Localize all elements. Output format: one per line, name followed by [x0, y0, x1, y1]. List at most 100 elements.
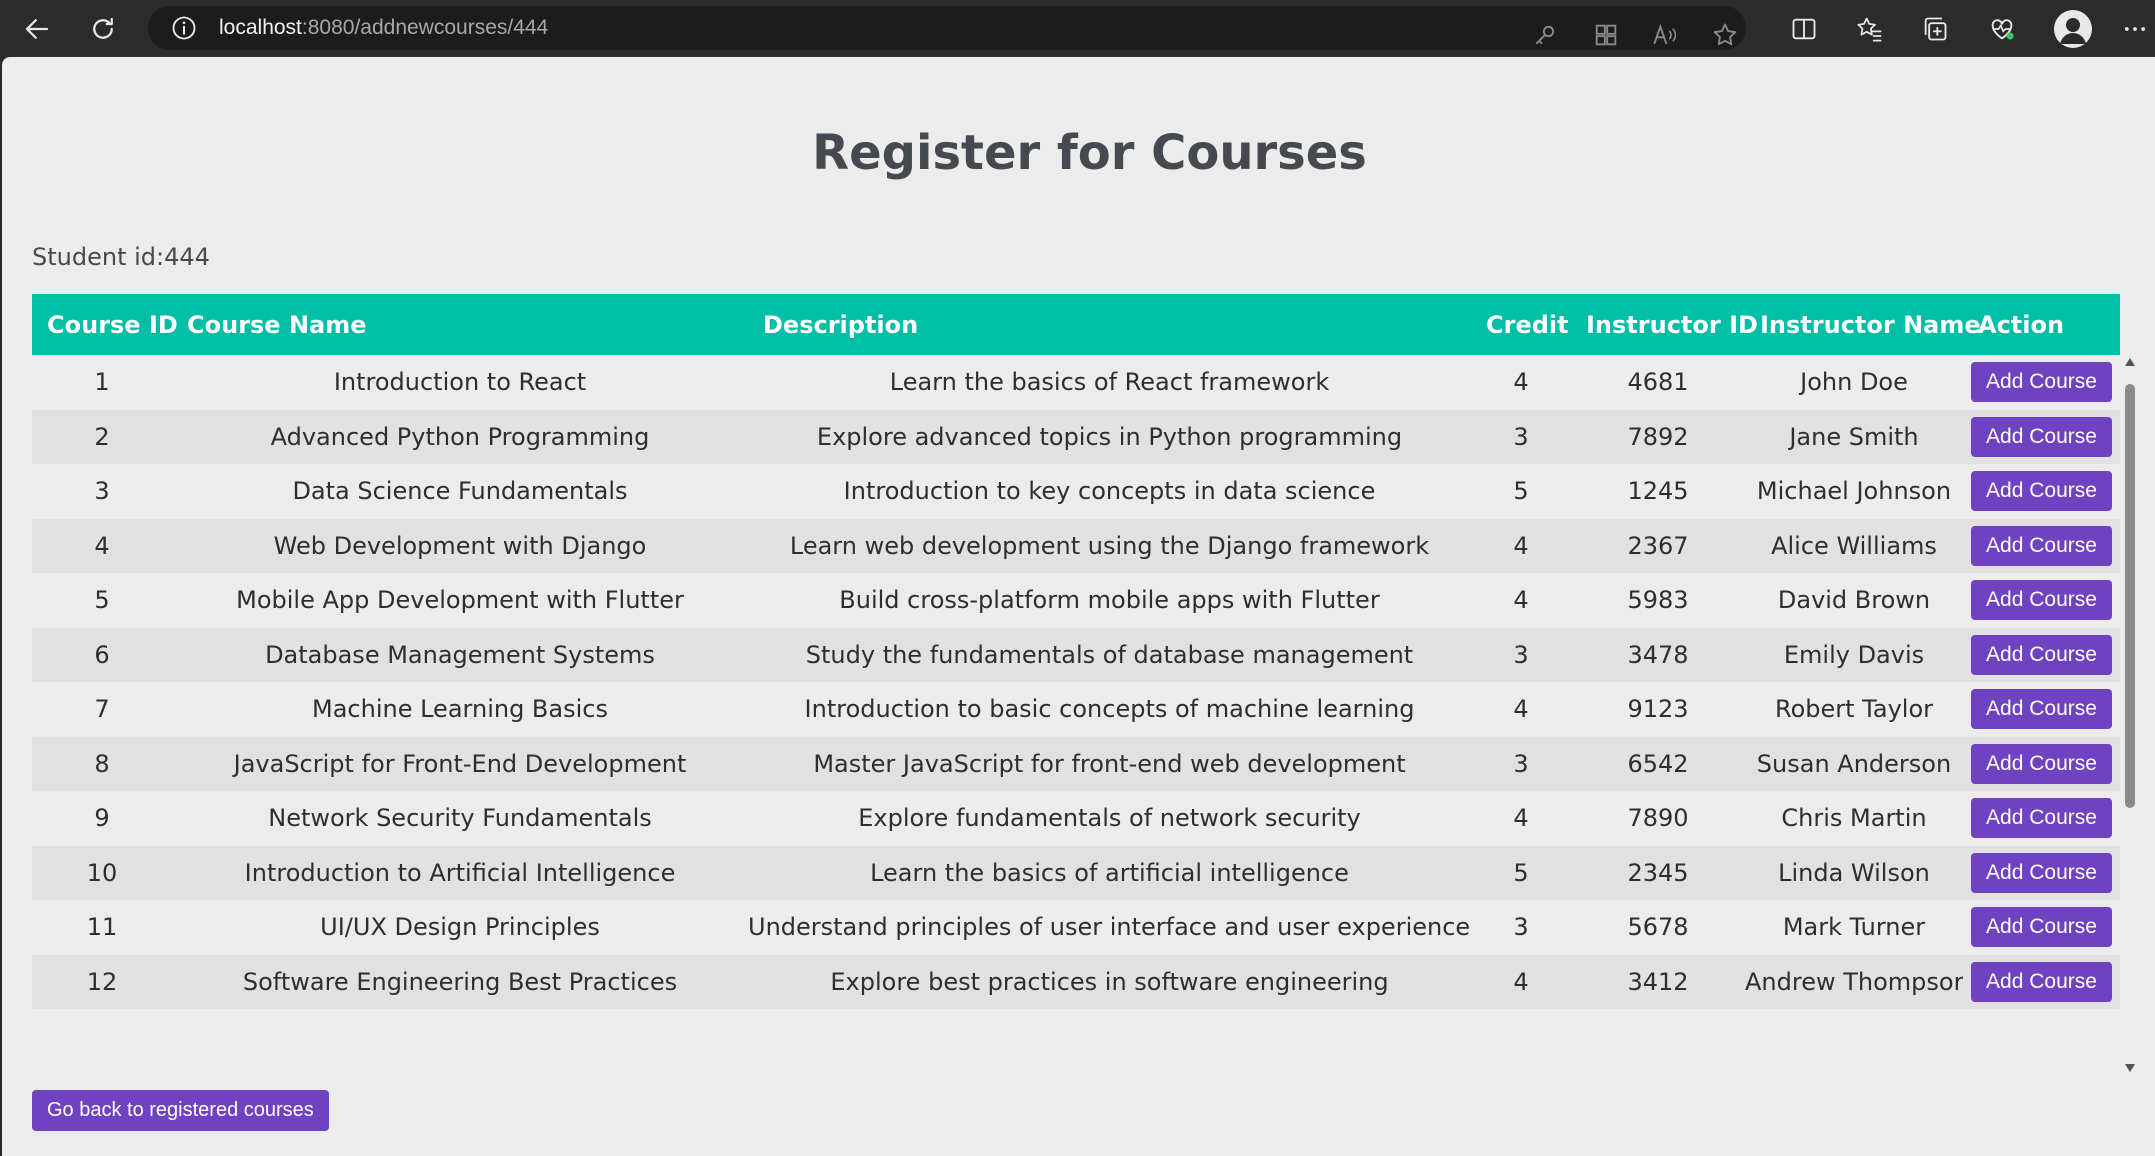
course-name-cell: JavaScript for Front-End Development [233, 749, 687, 778]
header-instructor-name: Instructor Name [1760, 310, 1981, 339]
course-id-cell: 10 [86, 858, 118, 887]
info-icon[interactable] [170, 14, 198, 42]
course-name-cell: Software Engineering Best Practices [242, 967, 678, 996]
table-row: 9 Network Security Fundamentals Explore fu… [32, 791, 2120, 846]
header-action: Action [1978, 310, 2065, 339]
course-id-cell: 4 [94, 531, 110, 560]
instructor-id-cell: 2345 [1627, 858, 1689, 887]
description-cell: Explore advanced topics in Python progra… [816, 422, 1403, 451]
table-row: 6 Database Management Systems Study the fu… [32, 627, 2120, 683]
table-row: 2 Advanced Python Programming Explore adva… [32, 409, 2120, 464]
add-course-button[interactable]: Add Course [1971, 471, 2112, 512]
url-path: :8080/addnewcourses/444 [301, 16, 549, 39]
action-cell: Add Course [1963, 846, 2120, 901]
course-name-cell: Introduction to React [333, 368, 587, 397]
credit-cell: 4 [1513, 368, 1529, 397]
read-aloud-icon[interactable] [1648, 18, 1682, 52]
instructor-id-cell: 2367 [1627, 531, 1689, 560]
description-cell: Explore fundamentals of network security [858, 804, 1361, 833]
instructor-name-cell: Michael Johnson [1756, 477, 1952, 506]
add-course-button[interactable]: Add Course [1971, 525, 2112, 566]
instructor-name-cell: Susan Anderson [1756, 749, 1952, 778]
collections-icon[interactable] [1918, 12, 1952, 46]
add-course-button[interactable]: Add Course [1971, 961, 2112, 1002]
instructor-id-cell: 5678 [1627, 913, 1689, 942]
action-cell: Add Course [1963, 464, 2120, 519]
add-course-button[interactable]: Add Course [1971, 634, 2112, 675]
course-name-cell: Web Development with Django [273, 531, 647, 560]
add-course-button[interactable]: Add Course [1971, 362, 2112, 403]
action-cell: Add Course [1963, 355, 2120, 410]
add-course-button[interactable]: Add Course [1971, 852, 2112, 893]
instructor-id-cell: 7890 [1627, 804, 1689, 833]
scroll-down-icon[interactable] [2124, 1063, 2136, 1073]
favorites-icon[interactable] [1852, 12, 1886, 46]
page-title: Register for Courses [812, 125, 1367, 181]
course-id-cell: 5 [94, 586, 110, 615]
heart-pulse-icon[interactable] [1985, 12, 2019, 46]
courses-table: Course ID Course Name Description Credit… [32, 294, 2120, 1009]
add-course-button[interactable]: Add Course [1971, 798, 2112, 839]
description-cell: Introduction to key concepts in data sci… [843, 477, 1376, 506]
course-name-cell: Network Security Fundamentals [268, 804, 652, 833]
course-id-cell: 12 [86, 967, 118, 996]
credit-cell: 4 [1513, 804, 1529, 833]
course-id-cell: 8 [94, 749, 110, 778]
split-screen-icon[interactable] [1787, 12, 1821, 46]
course-id-cell: 7 [94, 695, 110, 724]
url-text[interactable]: localhost:8080/addnewcourses/444 [219, 16, 548, 40]
instructor-name-cell: Alice Williams [1771, 531, 1937, 560]
table-body: 1 Introduction to React Learn the basics o… [32, 355, 2120, 1009]
add-course-button[interactable]: Add Course [1971, 689, 2112, 730]
url-host: localhost [219, 16, 302, 39]
go-back-button[interactable]: Go back to registered courses [32, 1090, 329, 1131]
action-cell: Add Course [1963, 682, 2120, 737]
scroll-up-icon[interactable] [2124, 357, 2136, 367]
course-name-cell: Database Management Systems [265, 640, 655, 669]
course-id-cell: 2 [94, 422, 110, 451]
add-course-button[interactable]: Add Course [1971, 580, 2112, 621]
table-row: 11 UI/UX Design Principles Understand prin… [32, 900, 2120, 955]
instructor-name-cell: Robert Taylor [1774, 695, 1933, 724]
instructor-id-cell: 7892 [1627, 422, 1689, 451]
back-arrow-icon[interactable] [18, 10, 56, 48]
table-row: 7 Machine Learning Basics Introduction to … [32, 682, 2120, 737]
address-bar[interactable]: localhost:8080/addnewcourses/444 [148, 6, 1746, 50]
profile-icon[interactable] [2054, 10, 2092, 48]
reload-icon[interactable] [84, 10, 122, 48]
course-name-cell: Mobile App Development with Flutter [236, 586, 684, 615]
table-row: 4 Web Development with Django Learn web de… [32, 518, 2120, 573]
courses-table-container[interactable]: Course ID Course Name Description Credit… [32, 294, 2120, 1084]
credit-cell: 4 [1513, 695, 1529, 724]
table-row: 1 Introduction to React Learn the basics o… [32, 355, 2120, 410]
browser-toolbar: localhost:8080/addnewcourses/444 [0, 0, 2155, 57]
header-credit: Credit [1486, 310, 1569, 339]
course-name-cell: UI/UX Design Principles [320, 913, 600, 942]
instructor-name-cell: Emily Davis [1783, 640, 1925, 669]
instructor-name-cell: Mark Turner [1782, 913, 1926, 942]
description-cell: Master JavaScript for front-end web deve… [813, 749, 1406, 778]
instructor-id-cell: 6542 [1627, 749, 1689, 778]
course-id-cell: 6 [94, 640, 110, 669]
course-name-cell: Data Science Fundamentals [292, 477, 628, 506]
action-cell: Add Course [1963, 628, 2120, 683]
table-row: 10 Introduction to Artificial Intelligenc… [32, 845, 2120, 901]
table-row: 5 Mobile App Development with Flutter Buil… [32, 573, 2120, 628]
apps-icon[interactable] [1589, 18, 1623, 52]
action-cell: Add Course [1963, 900, 2120, 955]
star-icon[interactable] [1708, 18, 1742, 52]
add-course-button[interactable]: Add Course [1971, 907, 2112, 948]
description-cell: Learn web development using the Django f… [789, 531, 1430, 560]
add-course-button[interactable]: Add Course [1971, 743, 2112, 784]
more-icon[interactable] [2118, 12, 2152, 46]
course-name-cell: Machine Learning Basics [312, 695, 608, 724]
scroll-thumb[interactable] [2125, 384, 2135, 808]
course-id-cell: 11 [86, 913, 118, 942]
table-scrollbar[interactable] [2122, 357, 2138, 1075]
add-course-button[interactable]: Add Course [1971, 416, 2112, 457]
credit-cell: 4 [1513, 967, 1529, 996]
course-id-cell: 9 [94, 804, 110, 833]
key-icon[interactable] [1528, 18, 1562, 52]
credit-cell: 3 [1513, 640, 1529, 669]
instructor-name-cell: Chris Martin [1781, 804, 1927, 833]
